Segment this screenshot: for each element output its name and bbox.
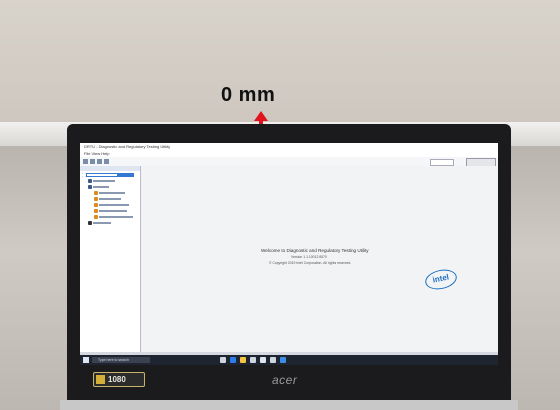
- tree-item[interactable]: [94, 215, 138, 219]
- tree-item[interactable]: [88, 179, 136, 183]
- tree-item[interactable]: [82, 173, 134, 177]
- toolbar-icon[interactable]: [90, 159, 95, 164]
- toolbar-icon[interactable]: [104, 159, 109, 164]
- toolbar-icon[interactable]: [97, 159, 102, 164]
- acer-logo: acer: [272, 373, 298, 387]
- tree-item[interactable]: [94, 197, 138, 201]
- tree-item[interactable]: [94, 209, 138, 213]
- tree-item[interactable]: [94, 191, 138, 195]
- toolbar-icon[interactable]: [83, 159, 88, 164]
- app-icon[interactable]: [280, 357, 286, 363]
- toolbar-dropdown[interactable]: [430, 159, 454, 166]
- panel-header: [80, 166, 140, 171]
- laptop-screen: DRTU - Diagnostic and Regulatory Testing…: [80, 143, 498, 365]
- copyright-text: © Copyright 2019 Intel Corporation. All …: [269, 261, 352, 265]
- windows-taskbar: Type here to search: [80, 355, 498, 365]
- windows-start-icon[interactable]: [83, 357, 89, 363]
- tree-item[interactable]: [88, 185, 136, 189]
- device-tree-panel: [80, 166, 141, 352]
- tree-item[interactable]: [88, 221, 136, 225]
- task-view-icon[interactable]: [220, 357, 226, 363]
- taskbar-search-box[interactable]: Type here to search: [92, 357, 150, 363]
- gap-measurement-label: 0 mm: [221, 84, 276, 106]
- system-tray[interactable]: [435, 357, 495, 363]
- main-content-area: Welcome to Diagnostic and Regulatory Tes…: [141, 166, 498, 352]
- store-icon[interactable]: [250, 357, 256, 363]
- laptop-base: [60, 400, 518, 410]
- fhd-sticker: 1080: [93, 372, 145, 387]
- file-explorer-icon[interactable]: [240, 357, 246, 363]
- welcome-title: Welcome to Diagnostic and Regulatory Tes…: [261, 248, 369, 253]
- app-title-bar: DRTU - Diagnostic and Regulatory Testing…: [80, 143, 498, 151]
- camera-icon[interactable]: [270, 357, 276, 363]
- intel-logo: intel: [423, 266, 459, 293]
- version-text: Version 1.1.10012.6570: [291, 255, 327, 259]
- sticker-text: 1080: [108, 375, 126, 384]
- mail-icon[interactable]: [260, 357, 266, 363]
- tree-item[interactable]: [94, 203, 138, 207]
- edge-browser-icon[interactable]: [230, 357, 236, 363]
- sticker-emblem-icon: [96, 375, 105, 384]
